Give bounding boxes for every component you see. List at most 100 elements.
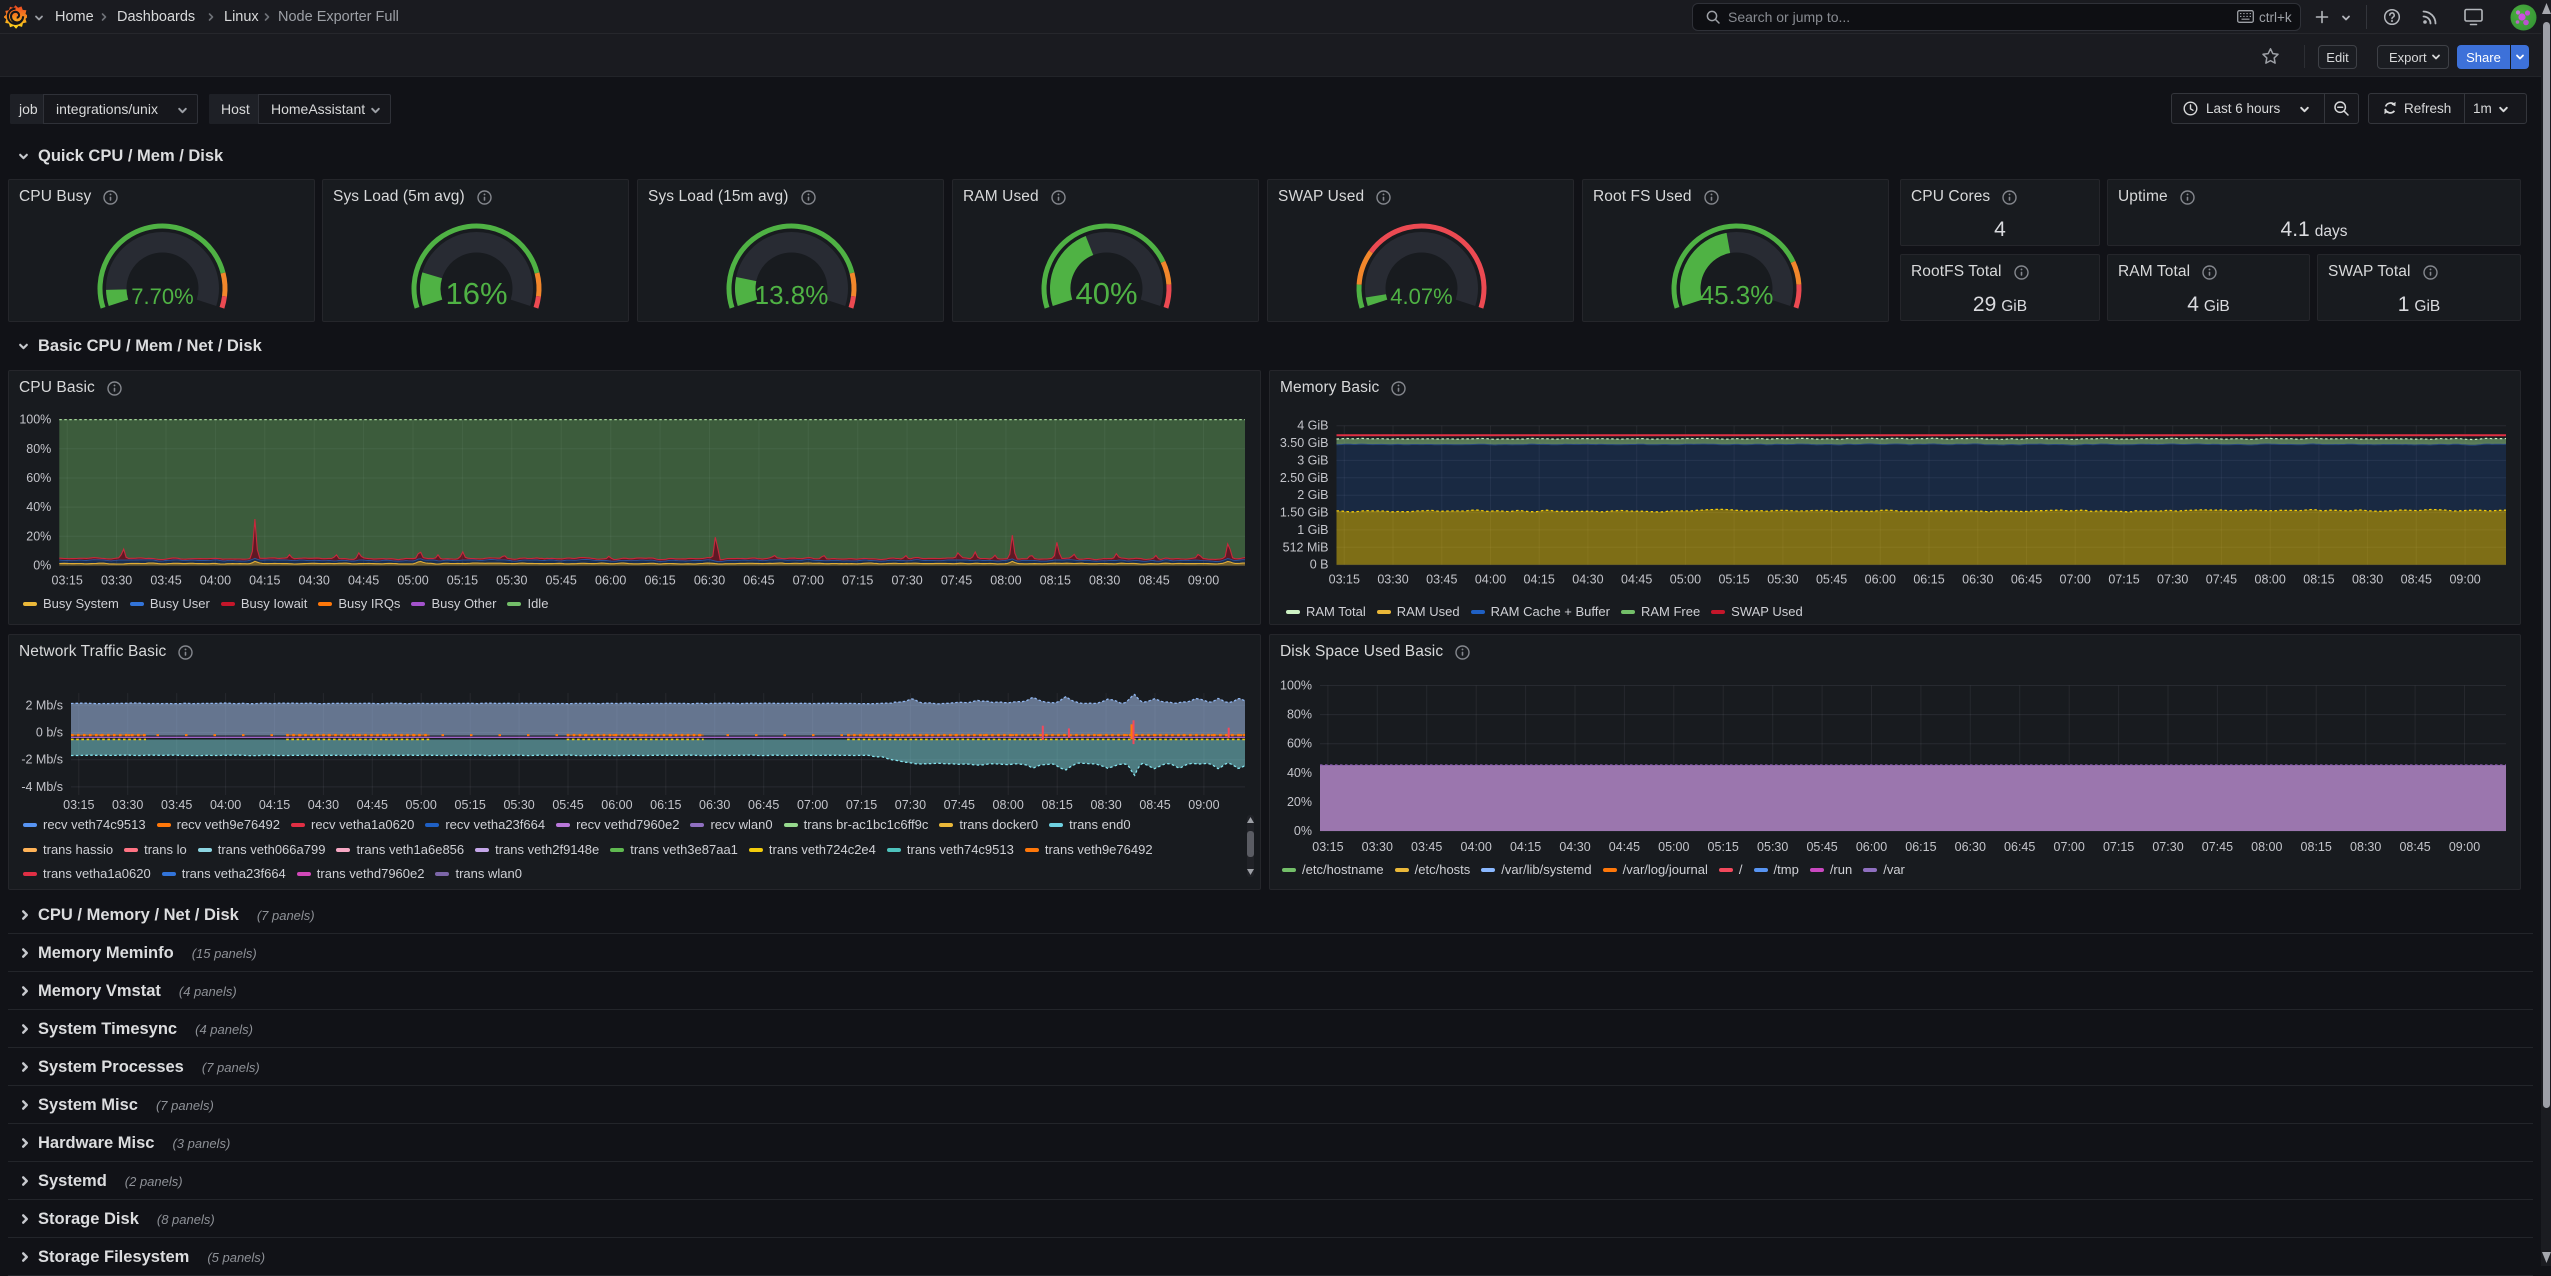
svg-text:08:00: 08:00 xyxy=(993,798,1024,812)
svg-text:05:30: 05:30 xyxy=(1767,573,1798,587)
svg-text:09:00: 09:00 xyxy=(2449,840,2480,854)
svg-text:08:30: 08:30 xyxy=(2352,573,2383,587)
svg-text:07:15: 07:15 xyxy=(2108,573,2139,587)
svg-text:05:45: 05:45 xyxy=(546,574,577,588)
svg-text:03:30: 03:30 xyxy=(101,574,132,588)
svg-text:05:45: 05:45 xyxy=(1806,840,1837,854)
svg-text:06:00: 06:00 xyxy=(601,798,632,812)
svg-text:04:30: 04:30 xyxy=(1559,840,1590,854)
svg-text:07:00: 07:00 xyxy=(797,798,828,812)
svg-text:1.50 GiB: 1.50 GiB xyxy=(1280,506,1329,520)
svg-text:07:45: 07:45 xyxy=(941,574,972,588)
svg-text:09:00: 09:00 xyxy=(2449,573,2480,587)
svg-text:16%: 16% xyxy=(445,276,507,311)
svg-text:20%: 20% xyxy=(1287,795,1312,809)
svg-text:05:00: 05:00 xyxy=(406,798,437,812)
svg-text:06:15: 06:15 xyxy=(1913,573,1944,587)
svg-text:05:30: 05:30 xyxy=(496,574,527,588)
svg-text:512 MiB: 512 MiB xyxy=(1283,540,1329,554)
svg-text:03:45: 03:45 xyxy=(150,574,181,588)
svg-text:04:45: 04:45 xyxy=(1609,840,1640,854)
svg-text:04:30: 04:30 xyxy=(308,798,339,812)
svg-text:80%: 80% xyxy=(1287,708,1312,722)
svg-text:03:30: 03:30 xyxy=(112,798,143,812)
svg-text:03:45: 03:45 xyxy=(1411,840,1442,854)
svg-text:100%: 100% xyxy=(19,413,51,427)
svg-text:04:00: 04:00 xyxy=(1461,840,1492,854)
svg-text:04:15: 04:15 xyxy=(1524,573,1555,587)
svg-text:06:00: 06:00 xyxy=(595,574,626,588)
svg-text:06:00: 06:00 xyxy=(1856,840,1887,854)
svg-text:04:15: 04:15 xyxy=(259,798,290,812)
svg-text:0 B: 0 B xyxy=(1310,558,1329,572)
svg-text:09:00: 09:00 xyxy=(1188,798,1219,812)
svg-text:03:15: 03:15 xyxy=(1329,573,1360,587)
svg-text:07:00: 07:00 xyxy=(2054,840,2085,854)
svg-text:05:15: 05:15 xyxy=(455,798,486,812)
svg-text:06:30: 06:30 xyxy=(694,574,725,588)
svg-text:07:45: 07:45 xyxy=(2202,840,2233,854)
svg-text:2.50 GiB: 2.50 GiB xyxy=(1280,471,1329,485)
svg-text:05:00: 05:00 xyxy=(1670,573,1701,587)
svg-text:40%: 40% xyxy=(1287,766,1312,780)
svg-text:03:30: 03:30 xyxy=(1362,840,1393,854)
svg-text:04:45: 04:45 xyxy=(1621,573,1652,587)
svg-text:07:30: 07:30 xyxy=(2152,840,2183,854)
svg-text:07:45: 07:45 xyxy=(944,798,975,812)
svg-text:05:00: 05:00 xyxy=(397,574,428,588)
svg-text:03:45: 03:45 xyxy=(161,798,192,812)
svg-text:4 GiB: 4 GiB xyxy=(1297,419,1328,433)
svg-text:05:30: 05:30 xyxy=(503,798,534,812)
svg-text:2 Mb/s: 2 Mb/s xyxy=(25,698,63,712)
svg-text:100%: 100% xyxy=(1280,679,1312,693)
svg-text:-4 Mb/s: -4 Mb/s xyxy=(21,780,63,794)
svg-text:0%: 0% xyxy=(1294,824,1312,838)
svg-text:07:00: 07:00 xyxy=(2060,573,2091,587)
svg-text:3.50 GiB: 3.50 GiB xyxy=(1280,436,1329,450)
svg-text:03:45: 03:45 xyxy=(1426,573,1457,587)
svg-text:03:30: 03:30 xyxy=(1377,573,1408,587)
svg-text:04:30: 04:30 xyxy=(1572,573,1603,587)
svg-text:04:15: 04:15 xyxy=(1510,840,1541,854)
svg-text:06:45: 06:45 xyxy=(2011,573,2042,587)
svg-text:0 b/s: 0 b/s xyxy=(36,726,63,740)
svg-text:08:30: 08:30 xyxy=(1090,798,1121,812)
svg-text:05:15: 05:15 xyxy=(1718,573,1749,587)
svg-text:08:45: 08:45 xyxy=(2399,840,2430,854)
svg-text:05:15: 05:15 xyxy=(447,574,478,588)
svg-text:4.07%: 4.07% xyxy=(1390,284,1452,309)
svg-text:20%: 20% xyxy=(26,529,51,543)
svg-text:13.8%: 13.8% xyxy=(755,280,829,310)
svg-text:08:45: 08:45 xyxy=(1139,798,1170,812)
svg-text:08:30: 08:30 xyxy=(2350,840,2381,854)
svg-text:06:15: 06:15 xyxy=(650,798,681,812)
svg-text:05:00: 05:00 xyxy=(1658,840,1689,854)
svg-text:08:15: 08:15 xyxy=(2303,573,2334,587)
svg-text:80%: 80% xyxy=(26,442,51,456)
svg-text:05:45: 05:45 xyxy=(1816,573,1847,587)
svg-text:7.70%: 7.70% xyxy=(131,284,193,309)
svg-text:40%: 40% xyxy=(26,500,51,514)
svg-text:45.3%: 45.3% xyxy=(1700,280,1774,310)
svg-text:06:30: 06:30 xyxy=(1962,573,1993,587)
svg-text:07:30: 07:30 xyxy=(895,798,926,812)
svg-text:2 GiB: 2 GiB xyxy=(1297,488,1328,502)
svg-text:08:15: 08:15 xyxy=(2301,840,2332,854)
svg-text:60%: 60% xyxy=(1287,737,1312,751)
svg-text:07:15: 07:15 xyxy=(846,798,877,812)
svg-text:05:45: 05:45 xyxy=(552,798,583,812)
svg-text:06:00: 06:00 xyxy=(1865,573,1896,587)
svg-text:08:00: 08:00 xyxy=(2251,840,2282,854)
svg-text:08:15: 08:15 xyxy=(1040,574,1071,588)
svg-text:08:00: 08:00 xyxy=(990,574,1021,588)
svg-text:06:30: 06:30 xyxy=(699,798,730,812)
svg-text:04:00: 04:00 xyxy=(1475,573,1506,587)
svg-text:40%: 40% xyxy=(1075,276,1137,311)
svg-text:04:45: 04:45 xyxy=(357,798,388,812)
svg-text:07:30: 07:30 xyxy=(2157,573,2188,587)
svg-text:03:15: 03:15 xyxy=(1312,840,1343,854)
svg-text:09:00: 09:00 xyxy=(1188,574,1219,588)
svg-text:04:30: 04:30 xyxy=(299,574,330,588)
svg-text:06:15: 06:15 xyxy=(644,574,675,588)
svg-text:06:45: 06:45 xyxy=(743,574,774,588)
